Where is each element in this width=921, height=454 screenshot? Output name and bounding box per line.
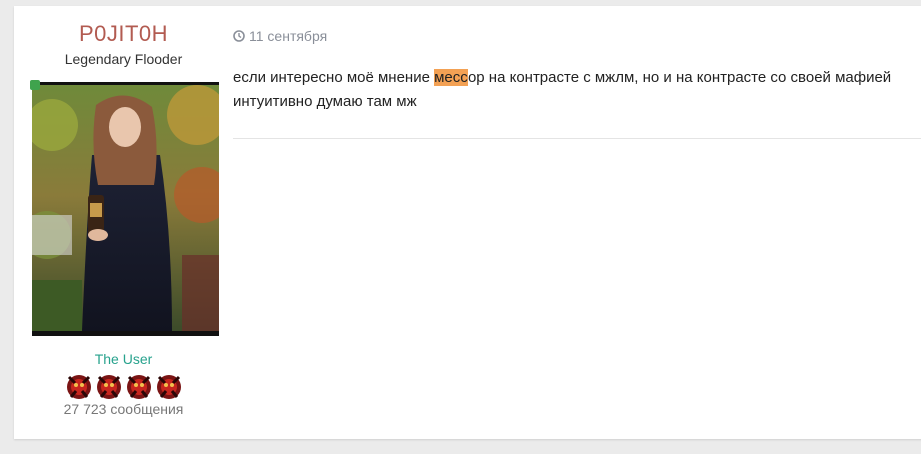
- post-line-1: если интересно моё мнение мессор на конт…: [233, 66, 921, 90]
- post-line-2: интуитивно думаю там мж: [233, 93, 417, 110]
- post-content: 11 сентября если интересно моё мнение ме…: [233, 28, 921, 114]
- author-panel: P0JIT0H Legendary Flooder The User 27 72…: [30, 20, 219, 417]
- avatar-photo: [32, 85, 219, 331]
- rank-pips: [63, 371, 185, 401]
- author-post-count: 27 723 сообщения: [63, 401, 184, 417]
- post-card: P0JIT0H Legendary Flooder The User 27 72…: [14, 6, 921, 439]
- rank-badge-icon: [126, 375, 151, 399]
- search-highlight: месс: [434, 69, 468, 86]
- author-group: The User: [94, 351, 153, 367]
- online-indicator: [30, 80, 40, 90]
- post-message: если интересно моё мнение мессор на конт…: [233, 66, 921, 114]
- author-rank-title: Legendary Flooder: [64, 51, 183, 67]
- clock-icon: [233, 30, 245, 42]
- post-date-link[interactable]: 11 сентября: [233, 28, 921, 44]
- post-date: 11 сентября: [249, 28, 328, 44]
- post-text-segment: если интересно моё мнение: [233, 69, 435, 86]
- post-text-segment: ор на контрасте с мжлм, но и на контраст…: [467, 69, 892, 86]
- post-divider: [233, 138, 921, 139]
- rank-badge-icon: [96, 375, 121, 399]
- rank-badge-icon: [156, 375, 181, 399]
- author-username[interactable]: P0JIT0H: [32, 20, 215, 48]
- rank-badge-icon: [66, 375, 91, 399]
- avatar[interactable]: [30, 80, 219, 336]
